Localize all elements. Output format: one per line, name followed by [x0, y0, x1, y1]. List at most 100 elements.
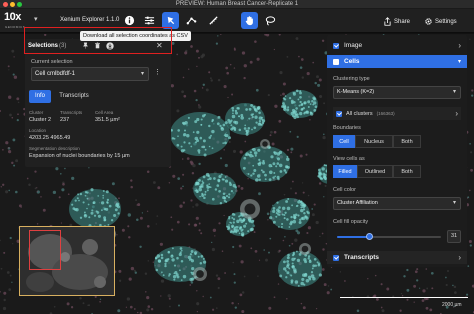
all-clusters-checkbox[interactable]: [336, 110, 342, 117]
tissue-cell: [228, 217, 231, 220]
view-outlined[interactable]: Outlined: [357, 165, 393, 178]
tissue-cell: [147, 260, 150, 262]
more-options-icon[interactable]: ⋮: [154, 68, 161, 76]
tissue-cell: [218, 189, 221, 193]
tab-transcripts[interactable]: Transcripts: [55, 90, 93, 103]
tissue-cell: [128, 236, 131, 239]
tissue-cell: [249, 60, 253, 64]
tissue-cell: [198, 229, 201, 232]
cell-color-dropdown[interactable]: Cluster Affiliation ▾: [333, 197, 461, 210]
chevron-down-icon[interactable]: ▾: [34, 15, 38, 23]
minimap[interactable]: [19, 226, 115, 296]
all-clusters-row[interactable]: All clusters (166363) ›: [333, 107, 461, 120]
tissue-cell: [277, 283, 280, 285]
tissue-cell: [218, 174, 222, 179]
opacity-value-input[interactable]: 31: [447, 230, 461, 243]
all-clusters-count: (166363): [376, 111, 395, 116]
minimap-viewport[interactable]: [29, 230, 61, 270]
opacity-slider-thumb[interactable]: [365, 233, 373, 240]
tissue-cell: [160, 256, 164, 260]
tissue-cell: [0, 267, 3, 270]
window-titlebar: PREVIEW: Human Breast Cancer-Replicate 1: [0, 0, 474, 9]
boundaries-cell[interactable]: Cell: [333, 135, 355, 148]
opacity-label: Cell fill opacity: [333, 219, 369, 225]
tissue-cell: [421, 299, 425, 302]
tissue-cell: [300, 302, 303, 305]
tissue-cell: [198, 179, 201, 182]
tissue-cell: [314, 81, 317, 85]
opacity-slider[interactable]: [337, 233, 441, 240]
tissue-cell: [191, 266, 195, 271]
tissue-cell: [232, 149, 237, 153]
tissue-cell: [202, 139, 206, 143]
transcripts-layer-row[interactable]: Transcripts ›: [327, 251, 467, 264]
tissue-cell: [71, 203, 74, 206]
tissue-cell: [254, 115, 258, 119]
tissue-cell: [311, 213, 315, 217]
tissue-cell: [250, 103, 254, 107]
tissue-cell: [330, 288, 333, 291]
tissue-cell: [284, 165, 289, 169]
tissue-cell: [173, 264, 177, 267]
tissue-cell: [178, 304, 180, 307]
tissue-cell: [193, 89, 197, 93]
tissue-cell: [250, 227, 254, 232]
tissue-cell: [53, 306, 56, 308]
tissue-cell: [147, 225, 150, 228]
view-filled[interactable]: Filled: [333, 165, 357, 178]
tissue-cell: [136, 218, 139, 221]
tissue-cell: [311, 99, 314, 103]
image-layer-row[interactable]: Image ›: [327, 39, 467, 52]
transcripts-checkbox[interactable]: [333, 254, 339, 261]
tissue-cell: [55, 167, 59, 171]
tab-info[interactable]: Info: [29, 90, 51, 103]
tissue-cell: [211, 247, 215, 252]
measure-tool-button[interactable]: [205, 12, 222, 29]
tissue-cell: [183, 129, 187, 132]
tissue-cell: [176, 275, 180, 279]
tissue-cell: [339, 271, 342, 273]
boundaries-nucleus[interactable]: Nucleus: [355, 135, 393, 148]
lasso-tool-button[interactable]: [262, 12, 279, 29]
tissue-cell: [180, 279, 183, 281]
tissue-cell: [290, 274, 293, 277]
cells-checkbox[interactable]: [333, 58, 339, 65]
tissue-cell: [468, 189, 471, 192]
tissue-cell: [250, 113, 254, 117]
tissue-cell: [229, 183, 233, 187]
tissue-cell: [102, 197, 105, 199]
tissue-cell: [250, 247, 253, 250]
tissue-cell: [309, 111, 312, 114]
path-tool-button[interactable]: [183, 12, 200, 29]
tissue-cell: [260, 116, 264, 119]
tissue-cell: [180, 187, 183, 190]
lasso-select-icon: [167, 16, 175, 25]
tissue-cell: [305, 110, 310, 114]
settings-button[interactable]: Settings: [424, 14, 472, 29]
boundaries-both[interactable]: Both: [393, 135, 421, 148]
tissue-cell: [268, 178, 272, 181]
tissue-cell: [188, 68, 190, 70]
tissue-cell: [200, 123, 203, 126]
tissue-cell: [413, 284, 417, 288]
cells-layer-row[interactable]: Cells ▾: [327, 55, 467, 68]
image-checkbox[interactable]: [333, 42, 339, 49]
tissue-cell: [279, 71, 283, 75]
window-title: PREVIEW: Human Breast Cancer-Replicate 1: [175, 1, 299, 7]
tissue-cell: [111, 182, 115, 186]
tissue-cell: [190, 199, 193, 202]
view-both[interactable]: Both: [393, 165, 421, 178]
tissue-cell: [258, 158, 261, 162]
share-button[interactable]: Share: [383, 14, 416, 29]
pan-tool-button[interactable]: [241, 12, 258, 29]
tissue-cell: [248, 153, 251, 156]
tissue-cell: [268, 251, 270, 254]
current-selection-dropdown[interactable]: Cell cmlbdfdf-1 ▾: [31, 67, 149, 81]
clustering-type-dropdown[interactable]: K-Means (K=2) ▾: [333, 86, 461, 99]
tissue-cell: [248, 107, 252, 111]
tissue-cell: [16, 119, 19, 122]
tissue-cell: [248, 117, 251, 120]
tissue-cell: [179, 269, 181, 272]
tissue-cell: [241, 291, 245, 294]
tissue-cell: [286, 271, 290, 275]
